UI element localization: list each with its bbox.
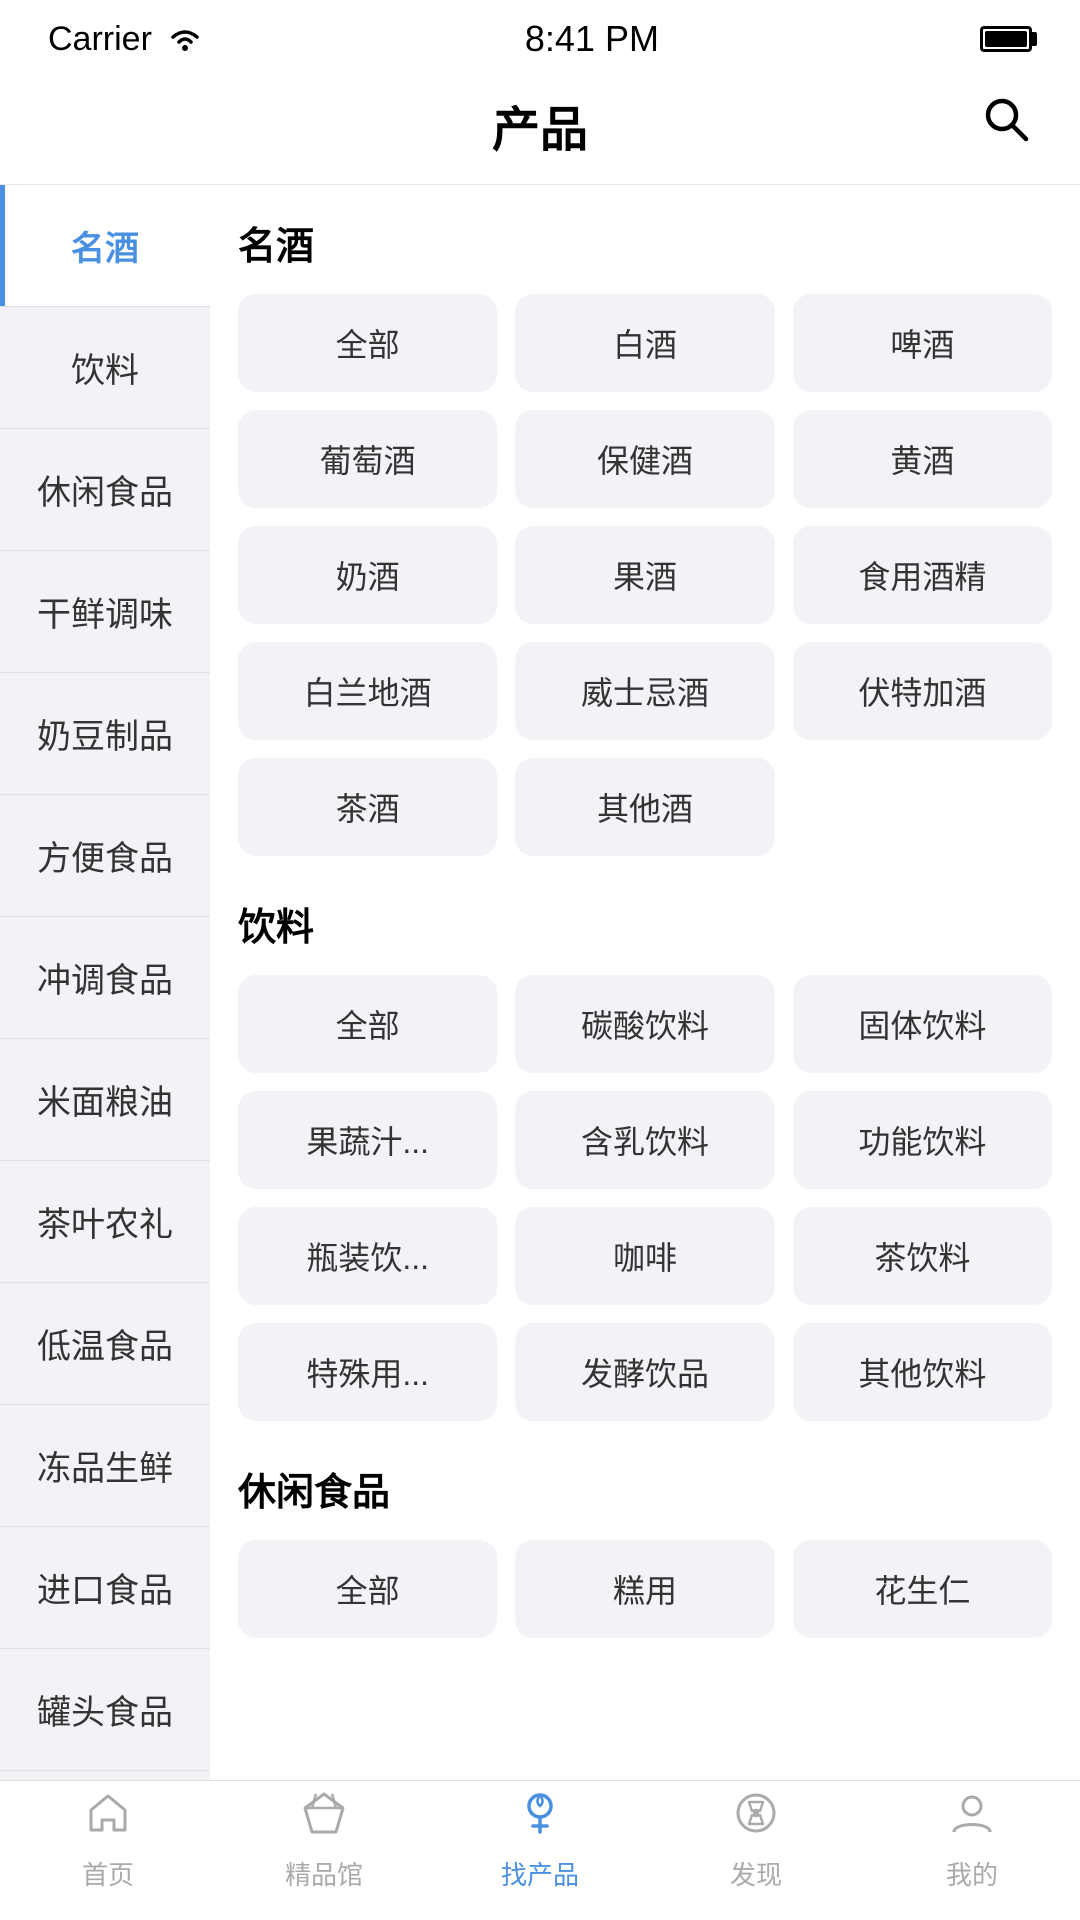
page-header: 产品 — [0, 70, 1080, 185]
sidebar-item-3[interactable]: 干鲜调味 — [0, 551, 210, 673]
main-content: 名酒 饮料 休闲食品 干鲜调味 奶豆制品 方便食品 冲调食品 米面粮油 茶叶农礼… — [0, 185, 1080, 1785]
tags-grid-休闲食品: 全部 糕用 花生仁 — [238, 1540, 1052, 1638]
tag-茶饮料[interactable]: 茶饮料 — [793, 1207, 1052, 1305]
sidebar-item-2[interactable]: 休闲食品 — [0, 429, 210, 551]
tag-伏特加酒[interactable]: 伏特加酒 — [793, 642, 1052, 740]
sidebar-item-12[interactable]: 罐头食品 — [0, 1649, 210, 1771]
tag-啤酒[interactable]: 啤酒 — [793, 294, 1052, 392]
tag-全部-2[interactable]: 全部 — [238, 975, 497, 1073]
tags-grid-名酒: 全部 白酒 啤酒 葡萄酒 保健酒 黄酒 奶酒 果酒 食用酒精 白兰地酒 威士忌酒… — [238, 294, 1052, 856]
sidebar-item-7[interactable]: 米面粮油 — [0, 1039, 210, 1161]
tag-咖啡[interactable]: 咖啡 — [515, 1207, 774, 1305]
tag-特殊用[interactable]: 特殊用... — [238, 1323, 497, 1421]
tag-发酵饮品[interactable]: 发酵饮品 — [515, 1323, 774, 1421]
tag-瓶装饮[interactable]: 瓶装饮... — [238, 1207, 497, 1305]
diamond-icon — [301, 1790, 347, 1847]
status-right — [980, 26, 1032, 52]
sidebar-item-1[interactable]: 饮料 — [0, 307, 210, 429]
tag-全部-3[interactable]: 全部 — [238, 1540, 497, 1638]
tag-威士忌酒[interactable]: 威士忌酒 — [515, 642, 774, 740]
search-button[interactable] — [980, 93, 1032, 158]
tab-find-product[interactable]: 找产品 — [432, 1790, 648, 1892]
tag-果蔬汁[interactable]: 果蔬汁... — [238, 1091, 497, 1189]
status-time: 8:41 PM — [525, 18, 659, 60]
tab-profile[interactable]: 我的 — [864, 1790, 1080, 1892]
tag-白兰地酒[interactable]: 白兰地酒 — [238, 642, 497, 740]
tab-home[interactable]: 首页 — [0, 1790, 216, 1892]
tag-奶酒[interactable]: 奶酒 — [238, 526, 497, 624]
tag-含乳饮料[interactable]: 含乳饮料 — [515, 1091, 774, 1189]
tag-黄酒[interactable]: 黄酒 — [793, 410, 1052, 508]
sidebar-item-10[interactable]: 冻品生鲜 — [0, 1405, 210, 1527]
category-sidebar: 名酒 饮料 休闲食品 干鲜调味 奶豆制品 方便食品 冲调食品 米面粮油 茶叶农礼… — [0, 185, 210, 1785]
tag-葡萄酒[interactable]: 葡萄酒 — [238, 410, 497, 508]
sidebar-item-6[interactable]: 冲调食品 — [0, 917, 210, 1039]
tab-premium-label: 精品馆 — [285, 1855, 363, 1892]
content-area: 名酒 全部 白酒 啤酒 葡萄酒 保健酒 黄酒 奶酒 果酒 食用酒精 白兰地酒 威… — [210, 185, 1080, 1785]
tab-premium[interactable]: 精品馆 — [216, 1790, 432, 1892]
status-bar: Carrier 8:41 PM — [0, 0, 1080, 70]
tag-花生仁[interactable]: 花生仁 — [793, 1540, 1052, 1638]
carrier-label: Carrier — [48, 20, 152, 59]
tag-其他饮料[interactable]: 其他饮料 — [793, 1323, 1052, 1421]
section-title-休闲食品: 休闲食品 — [238, 1461, 1052, 1516]
tab-home-label: 首页 — [82, 1855, 134, 1892]
profile-icon — [949, 1790, 995, 1847]
tag-碳酸饮料[interactable]: 碳酸饮料 — [515, 975, 774, 1073]
battery-icon — [980, 26, 1032, 52]
sidebar-item-5[interactable]: 方便食品 — [0, 795, 210, 917]
section-title-饮料: 饮料 — [238, 896, 1052, 951]
page-title: 产品 — [492, 90, 588, 160]
tab-find-product-label: 找产品 — [501, 1855, 579, 1892]
tag-果酒[interactable]: 果酒 — [515, 526, 774, 624]
find-product-icon — [517, 1790, 563, 1847]
sidebar-item-4[interactable]: 奶豆制品 — [0, 673, 210, 795]
section-名酒: 名酒 全部 白酒 啤酒 葡萄酒 保健酒 黄酒 奶酒 果酒 食用酒精 白兰地酒 威… — [238, 215, 1052, 856]
tab-discover[interactable]: 发现 — [648, 1790, 864, 1892]
sidebar-item-8[interactable]: 茶叶农礼 — [0, 1161, 210, 1283]
sidebar-item-9[interactable]: 低温食品 — [0, 1283, 210, 1405]
status-left: Carrier — [48, 20, 204, 59]
home-icon — [85, 1790, 131, 1847]
sidebar-item-11[interactable]: 进口食品 — [0, 1527, 210, 1649]
section-休闲食品: 休闲食品 全部 糕用 花生仁 — [238, 1461, 1052, 1638]
tag-糕用[interactable]: 糕用 — [515, 1540, 774, 1638]
section-title-名酒: 名酒 — [238, 215, 1052, 270]
tags-grid-饮料: 全部 碳酸饮料 固体饮料 果蔬汁... 含乳饮料 功能饮料 瓶装饮... 咖啡 … — [238, 975, 1052, 1421]
tag-其他酒[interactable]: 其他酒 — [515, 758, 774, 856]
tag-茶酒[interactable]: 茶酒 — [238, 758, 497, 856]
tag-保健酒[interactable]: 保健酒 — [515, 410, 774, 508]
section-饮料: 饮料 全部 碳酸饮料 固体饮料 果蔬汁... 含乳饮料 功能饮料 瓶装饮... … — [238, 896, 1052, 1421]
tab-discover-label: 发现 — [730, 1855, 782, 1892]
tag-白酒[interactable]: 白酒 — [515, 294, 774, 392]
tag-全部-1[interactable]: 全部 — [238, 294, 497, 392]
wifi-icon — [166, 25, 204, 53]
tab-profile-label: 我的 — [946, 1855, 998, 1892]
tag-食用酒精[interactable]: 食用酒精 — [793, 526, 1052, 624]
sidebar-item-0[interactable]: 名酒 — [0, 185, 210, 307]
tab-bar: 首页 精品馆 找产品 — [0, 1780, 1080, 1920]
tag-固体饮料[interactable]: 固体饮料 — [793, 975, 1052, 1073]
discover-icon — [733, 1790, 779, 1847]
tag-功能饮料[interactable]: 功能饮料 — [793, 1091, 1052, 1189]
